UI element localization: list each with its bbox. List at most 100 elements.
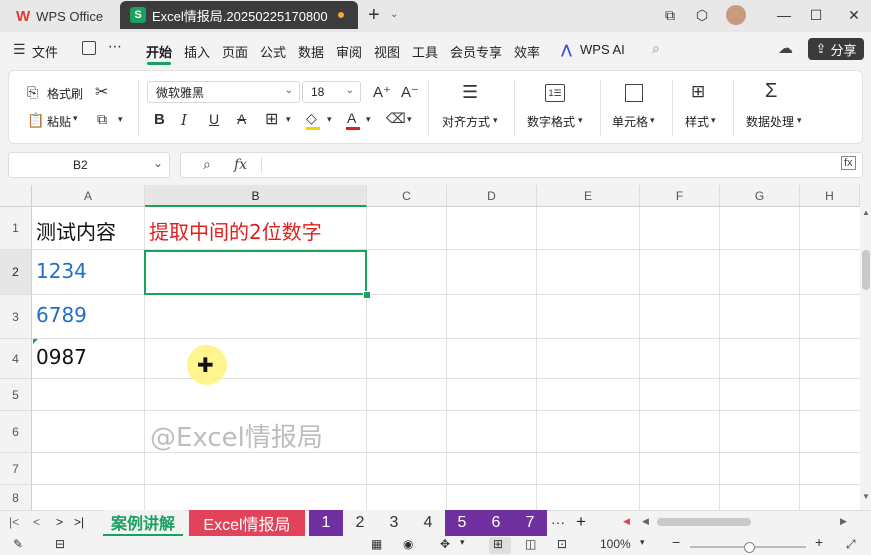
menu-home[interactable]: 开始 xyxy=(146,42,172,61)
number-format-button[interactable]: 数字格式 xyxy=(527,113,575,130)
search-icon[interactable]: ⌕ xyxy=(652,40,660,57)
menu-file[interactable]: 文件 xyxy=(32,42,58,61)
copy-icon[interactable]: ⧉ xyxy=(97,111,107,128)
eraser-dropdown-chevron-icon[interactable]: ▾ xyxy=(407,114,412,125)
cell-b1[interactable]: 提取中间的2位数字 xyxy=(149,216,322,245)
sheet-list-icon[interactable]: ⊟ xyxy=(55,537,65,551)
cube-icon[interactable]: ⬡ xyxy=(690,4,714,26)
prev-sheet-icon[interactable]: < xyxy=(33,515,40,529)
scroll-up-icon[interactable]: ▲ xyxy=(862,208,870,217)
menu-view[interactable]: 视图 xyxy=(374,42,400,61)
underline-icon[interactable]: U xyxy=(209,111,219,127)
last-sheet-icon[interactable]: >| xyxy=(74,515,84,529)
zoom-chevron-icon[interactable]: ▾ xyxy=(640,537,645,548)
hscroll-left-icon[interactable]: ◀ xyxy=(623,516,630,527)
menu-tools[interactable]: 工具 xyxy=(412,42,438,61)
font-name-combo[interactable]: 微软雅黑 ⌄ xyxy=(147,81,300,103)
column-header-a[interactable]: A xyxy=(32,185,145,207)
column-header-h[interactable]: H xyxy=(800,185,860,207)
zoom-icon[interactable]: ⌕ xyxy=(203,156,211,173)
first-sheet-icon[interactable]: |< xyxy=(9,515,19,529)
row-header-6[interactable]: 6 xyxy=(0,411,32,453)
table-view-icon[interactable]: ▦ xyxy=(371,537,382,551)
eye-protect-icon[interactable]: ◉ xyxy=(403,537,413,551)
decrease-font-icon[interactable]: A⁻ xyxy=(401,83,419,101)
restore-tabs-icon[interactable]: ⧉ xyxy=(658,4,682,26)
paste-dropdown-chevron-icon[interactable]: ▾ xyxy=(73,113,78,124)
increase-font-icon[interactable]: A⁺ xyxy=(373,83,391,101)
zoom-level[interactable]: 100% xyxy=(600,537,631,551)
selected-cell-b2[interactable] xyxy=(144,250,367,295)
menu-efficiency[interactable]: 效率 xyxy=(514,42,540,61)
fill-handle[interactable] xyxy=(363,291,371,299)
sheet-tab-1[interactable]: 1 xyxy=(309,510,343,536)
row-header-2[interactable]: 2 xyxy=(0,250,32,295)
format-painter-button[interactable]: 格式刷 xyxy=(47,85,83,102)
sheet-tab-5[interactable]: 5 xyxy=(445,510,479,536)
column-header-f[interactable]: F xyxy=(640,185,720,207)
cross-highlight-chevron-icon[interactable]: ▾ xyxy=(460,537,465,548)
data-process-chevron-icon[interactable]: ▾ xyxy=(797,115,802,126)
scroll-down-icon[interactable]: ▼ xyxy=(862,492,870,501)
page-break-icon[interactable]: ⊡ xyxy=(557,537,567,551)
column-header-b[interactable]: B xyxy=(145,185,367,207)
border-icon[interactable]: ⊞ xyxy=(265,109,278,129)
sheet-tab-excel[interactable]: Excel情报局 xyxy=(189,510,305,536)
minimize-button[interactable]: — xyxy=(772,4,796,26)
menu-formula[interactable]: 公式 xyxy=(260,42,286,61)
page-layout-icon[interactable]: ◫ xyxy=(525,537,536,551)
sheet-tab-6[interactable]: 6 xyxy=(479,510,513,536)
fill-dropdown-chevron-icon[interactable]: ▾ xyxy=(327,114,332,125)
share-button[interactable]: ⇪ 分享 xyxy=(808,38,864,60)
fx-icon[interactable]: fx xyxy=(234,157,247,173)
select-all-corner[interactable] xyxy=(0,185,32,207)
cell-a1[interactable]: 测试内容 xyxy=(36,216,116,245)
font-color-dropdown-chevron-icon[interactable]: ▾ xyxy=(366,114,371,125)
new-tab-button[interactable]: + xyxy=(368,4,380,27)
add-sheet-button[interactable]: + xyxy=(576,512,586,532)
row-header-3[interactable]: 3 xyxy=(0,295,32,339)
eraser-icon[interactable]: ⌫ xyxy=(386,110,406,127)
border-dropdown-chevron-icon[interactable]: ▾ xyxy=(286,114,291,125)
hscroll-left-icon[interactable]: ◀ xyxy=(642,516,649,527)
tab-list-chevron-icon[interactable]: ⌄ xyxy=(390,9,398,20)
data-process-button[interactable]: 数据处理 xyxy=(746,113,794,130)
italic-icon[interactable]: I xyxy=(181,111,187,129)
style-button[interactable]: 样式 xyxy=(685,113,709,130)
column-header-c[interactable]: C xyxy=(367,185,447,207)
menu-data[interactable]: 数据 xyxy=(298,42,324,61)
row-header-4[interactable]: 4 xyxy=(0,339,32,379)
name-box[interactable]: B2 ⌄ xyxy=(8,152,170,178)
menu-member[interactable]: 会员专享 xyxy=(450,42,502,61)
number-format-chevron-icon[interactable]: ▾ xyxy=(578,115,583,126)
expand-formula-icon[interactable]: fx xyxy=(841,156,856,170)
fill-color-icon[interactable]: ◇ xyxy=(306,110,317,127)
column-header-e[interactable]: E xyxy=(537,185,640,207)
menu-page[interactable]: 页面 xyxy=(222,42,248,61)
cell-chevron-icon[interactable]: ▾ xyxy=(650,115,655,126)
zoom-out-icon[interactable]: − xyxy=(672,534,680,550)
zoom-in-icon[interactable]: + xyxy=(815,534,823,550)
horizontal-scroll-thumb[interactable] xyxy=(657,518,751,526)
next-sheet-icon[interactable]: > xyxy=(56,515,63,529)
row-header-1[interactable]: 1 xyxy=(0,207,32,250)
vertical-scroll-thumb[interactable] xyxy=(862,250,870,290)
document-tab[interactable]: S Excel情报局.20250225170800 xyxy=(120,1,358,29)
macro-icon[interactable]: ✎ xyxy=(13,537,23,551)
avatar[interactable] xyxy=(726,5,746,25)
sheet-tab-2[interactable]: 2 xyxy=(343,510,377,536)
spreadsheet-grid[interactable] xyxy=(0,185,860,510)
row-header-7[interactable]: 7 xyxy=(0,453,32,485)
menu-wps-ai[interactable]: WPS AI xyxy=(580,42,625,57)
align-dropdown-chevron-icon[interactable]: ▾ xyxy=(493,115,498,126)
column-header-d[interactable]: D xyxy=(447,185,537,207)
sheet-tab-case[interactable]: 案例讲解 xyxy=(103,510,183,536)
row-header-5[interactable]: 5 xyxy=(0,379,32,411)
menu-review[interactable]: 审阅 xyxy=(336,42,362,61)
zoom-slider-thumb[interactable] xyxy=(744,542,755,553)
cross-highlight-icon[interactable]: ✥ xyxy=(440,537,450,551)
cell-button[interactable]: 单元格 xyxy=(612,113,648,130)
close-button[interactable]: ✕ xyxy=(842,4,866,26)
hscroll-right-icon[interactable]: ▶ xyxy=(840,516,847,527)
font-color-icon[interactable]: A xyxy=(347,110,356,126)
